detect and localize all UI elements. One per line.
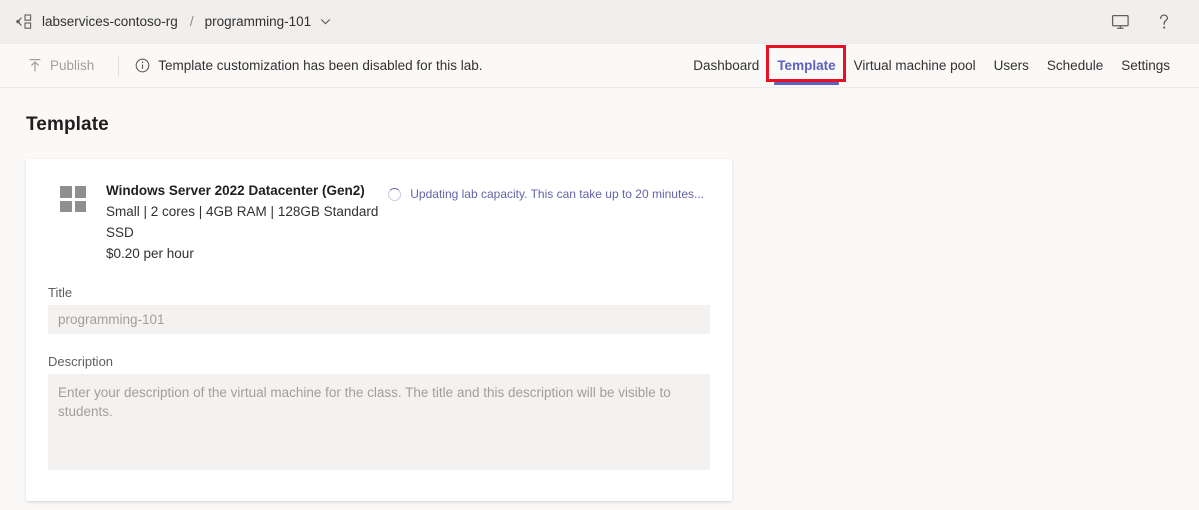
top-breadcrumb-bar: labservices-contoso-rg / programming-101 [0, 0, 1199, 44]
tab-label: Virtual machine pool [853, 58, 976, 73]
monitor-icon[interactable] [1109, 11, 1131, 33]
lab-nav-tabs: Dashboard Template Virtual machine pool Use… [684, 44, 1199, 88]
tab-label: Users [993, 58, 1029, 73]
vm-details: Windows Server 2022 Datacenter (Gen2) Sm… [106, 181, 388, 265]
publish-upload-icon [28, 58, 42, 73]
page-title: Template [26, 114, 109, 135]
breadcrumb-separator: / [189, 14, 194, 29]
tab-settings[interactable]: Settings [1112, 44, 1179, 88]
command-bar: Publish Template customization has been … [0, 44, 1199, 88]
description-textarea[interactable] [48, 373, 710, 470]
question-mark-icon[interactable] [1153, 11, 1175, 33]
tab-label: Settings [1121, 58, 1170, 73]
template-vm-card: Windows Server 2022 Datacenter (Gen2) Sm… [26, 159, 732, 501]
vm-size-spec: Small | 2 cores | 4GB RAM | 128GB Standa… [106, 203, 379, 240]
vm-header: Windows Server 2022 Datacenter (Gen2) Sm… [48, 181, 710, 265]
chevron-down-icon[interactable] [319, 15, 332, 28]
tab-label: Schedule [1046, 58, 1104, 73]
windows-logo-icon [60, 186, 86, 212]
lab-capacity-status-text: Updating lab capacity. This can take up … [410, 187, 704, 201]
topbar-actions [1109, 11, 1185, 33]
tab-users[interactable]: Users [985, 44, 1038, 88]
loading-spinner-icon [388, 187, 402, 201]
command-bar-divider [118, 55, 120, 76]
title-field-group: Title [48, 285, 710, 334]
publish-button-label: Publish [50, 58, 95, 73]
breadcrumb-resource-group-link[interactable]: labservices-contoso-rg [41, 12, 179, 31]
info-circle-icon [135, 58, 150, 73]
vm-image-name: Windows Server 2022 Datacenter (Gen2) [106, 183, 365, 198]
page-body: Template Windows Server 2022 Datacenter … [0, 88, 1199, 501]
title-field-label: Title [48, 284, 73, 300]
resource-group-icon [14, 12, 34, 32]
tab-label: Dashboard [693, 58, 760, 73]
tab-dashboard[interactable]: Dashboard [684, 44, 768, 88]
description-field-group: Description [48, 354, 710, 475]
tab-label: Template [777, 58, 836, 73]
template-disabled-notice: Template customization has been disabled… [135, 58, 482, 73]
notice-text: Template customization has been disabled… [158, 58, 483, 73]
lab-capacity-status: Updating lab capacity. This can take up … [388, 187, 710, 201]
tab-virtual-machine-pool[interactable]: Virtual machine pool [845, 44, 985, 88]
publish-button[interactable]: Publish [22, 54, 100, 77]
vm-price: $0.20 per hour [106, 245, 194, 261]
breadcrumb: labservices-contoso-rg / programming-101 [14, 12, 1109, 32]
description-field-label: Description [48, 353, 114, 369]
breadcrumb-lab-name: programming-101 [204, 14, 312, 29]
title-input[interactable] [48, 304, 710, 334]
tab-schedule[interactable]: Schedule [1038, 44, 1112, 88]
tab-template[interactable]: Template [766, 44, 846, 88]
